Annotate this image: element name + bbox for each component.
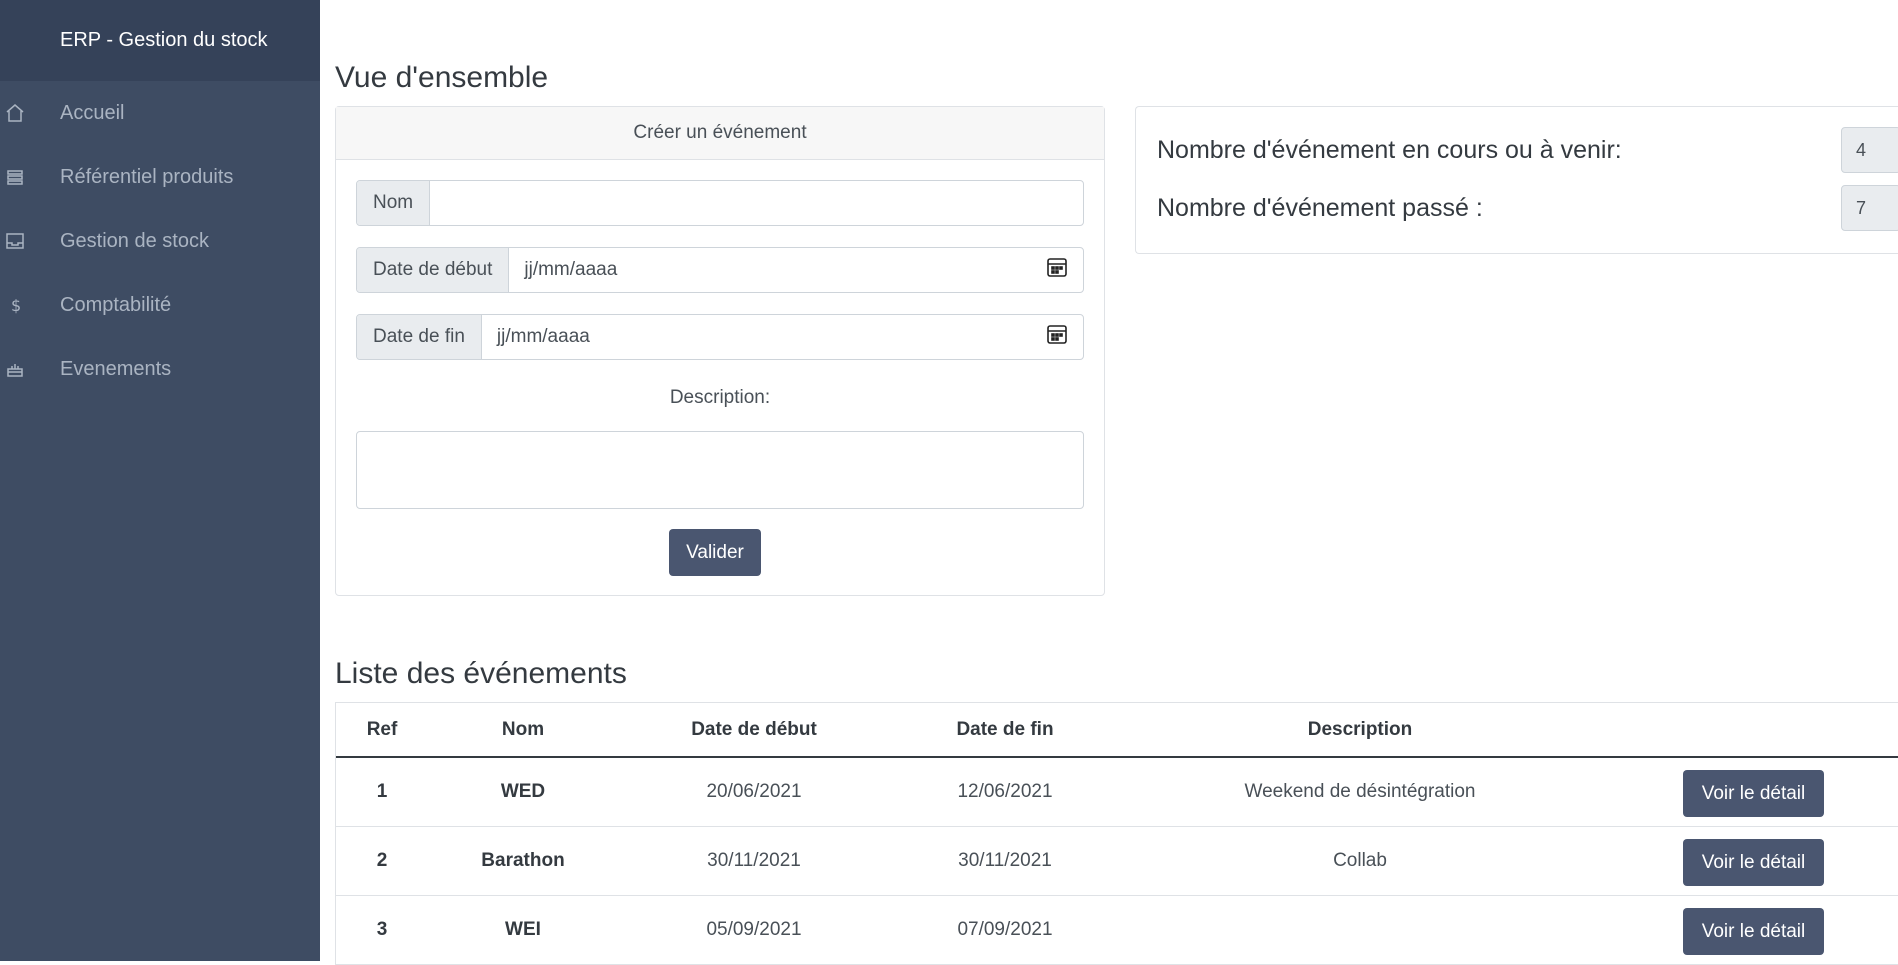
create-event-card: Créer un événement Nom Date de début jj/… xyxy=(335,106,1105,596)
start-date-label: Date de début xyxy=(357,248,510,292)
table-row: 1 WED 20/06/2021 12/06/2021 Weekend de d… xyxy=(336,758,1898,827)
cell-ref: 2 xyxy=(376,850,388,871)
end-date-input-group: Date de fin jj/mm/aaaa xyxy=(356,314,1084,360)
table-header: Ref Nom Date de début Date de fin Descri… xyxy=(336,703,1898,758)
home-icon xyxy=(0,103,60,123)
stat-past-label: Nombre d'événement passé : xyxy=(1157,193,1483,222)
inbox-icon xyxy=(0,231,60,251)
nom-input[interactable] xyxy=(430,181,1083,225)
events-table: Ref Nom Date de début Date de fin Descri… xyxy=(335,702,1898,965)
stats-card: Nombre d'événement en cours ou à venir: … xyxy=(1135,106,1898,254)
column-header-fin: Date de fin xyxy=(956,718,1054,740)
cell-debut: 30/11/2021 xyxy=(707,850,801,871)
stat-current-label: Nombre d'événement en cours ou à venir: xyxy=(1157,135,1622,164)
stat-past-row: Nombre d'événement passé : 7 xyxy=(1157,185,1898,231)
description-textarea[interactable] xyxy=(356,431,1084,509)
stat-current-value: 4 xyxy=(1841,127,1898,173)
submit-button[interactable]: Valider xyxy=(669,529,761,576)
sidebar: ERP - Gestion du stock Accueil Référenti… xyxy=(0,0,320,961)
end-date-label: Date de fin xyxy=(357,315,482,359)
start-date-input[interactable]: jj/mm/aaaa xyxy=(509,248,1083,292)
cell-nom: Barathon xyxy=(481,850,565,871)
column-header-nom: Nom xyxy=(501,718,545,740)
sidebar-item-evenements[interactable]: Evenements xyxy=(0,337,320,401)
description-label: Description: xyxy=(669,387,771,408)
cake-icon xyxy=(0,359,60,379)
cell-ref: 1 xyxy=(376,781,388,802)
view-detail-button[interactable]: Voir le détail xyxy=(1683,908,1824,955)
page-title: Vue d'ensemble xyxy=(335,61,549,94)
sidebar-item-label: Référentiel produits xyxy=(60,165,234,188)
calendar-icon[interactable] xyxy=(1046,256,1068,284)
events-list-title: Liste des événements xyxy=(335,657,627,690)
column-header-debut: Date de début xyxy=(691,718,817,740)
cell-fin: 07/09/2021 xyxy=(957,919,1053,940)
cell-debut: 20/06/2021 xyxy=(706,781,802,802)
sidebar-item-label: Evenements xyxy=(60,357,172,380)
cell-nom: WED xyxy=(500,781,546,802)
sidebar-item-stock[interactable]: Gestion de stock xyxy=(0,209,320,273)
layers-icon xyxy=(0,167,60,187)
cell-fin: 30/11/2021 xyxy=(958,850,1052,871)
sidebar-item-label: Gestion de stock xyxy=(60,229,209,252)
end-date-input[interactable]: jj/mm/aaaa xyxy=(482,315,1083,359)
nom-label: Nom xyxy=(357,181,431,225)
stat-past-value: 7 xyxy=(1841,185,1898,231)
sidebar-item-label: Accueil xyxy=(60,101,125,124)
stat-current-row: Nombre d'événement en cours ou à venir: … xyxy=(1157,127,1898,173)
calendar-icon[interactable] xyxy=(1046,323,1068,351)
column-header-ref: Ref xyxy=(366,718,398,740)
view-detail-button[interactable]: Voir le détail xyxy=(1683,770,1824,817)
cell-description: Collab xyxy=(1333,850,1387,871)
sidebar-item-label: Comptabilité xyxy=(60,293,172,316)
table-row: 3 WEI 05/09/2021 07/09/2021 Voir le déta… xyxy=(336,896,1898,965)
sidebar-item-comptabilite[interactable]: $ Comptabilité xyxy=(0,273,320,337)
start-date-input-group: Date de début jj/mm/aaaa xyxy=(356,247,1084,293)
cell-nom: WEI xyxy=(505,919,541,940)
dollar-icon: $ xyxy=(0,295,60,315)
svg-text:$: $ xyxy=(11,296,21,315)
cell-debut: 05/09/2021 xyxy=(706,919,802,940)
table-row: 2 Barathon 30/11/2021 30/11/2021 Collab … xyxy=(336,827,1898,896)
cell-ref: 3 xyxy=(376,919,388,940)
nom-input-group: Nom xyxy=(356,180,1084,226)
cell-description: Weekend de désintégration xyxy=(1244,781,1476,802)
cell-fin: 12/06/2021 xyxy=(957,781,1053,802)
brand-title[interactable]: ERP - Gestion du stock xyxy=(0,0,320,81)
column-header-description: Description xyxy=(1307,718,1413,740)
sidebar-item-referentiel[interactable]: Référentiel produits xyxy=(0,145,320,209)
card-header: Créer un événement xyxy=(336,107,1104,160)
sidebar-item-accueil[interactable]: Accueil xyxy=(0,81,320,145)
view-detail-button[interactable]: Voir le détail xyxy=(1683,839,1824,886)
